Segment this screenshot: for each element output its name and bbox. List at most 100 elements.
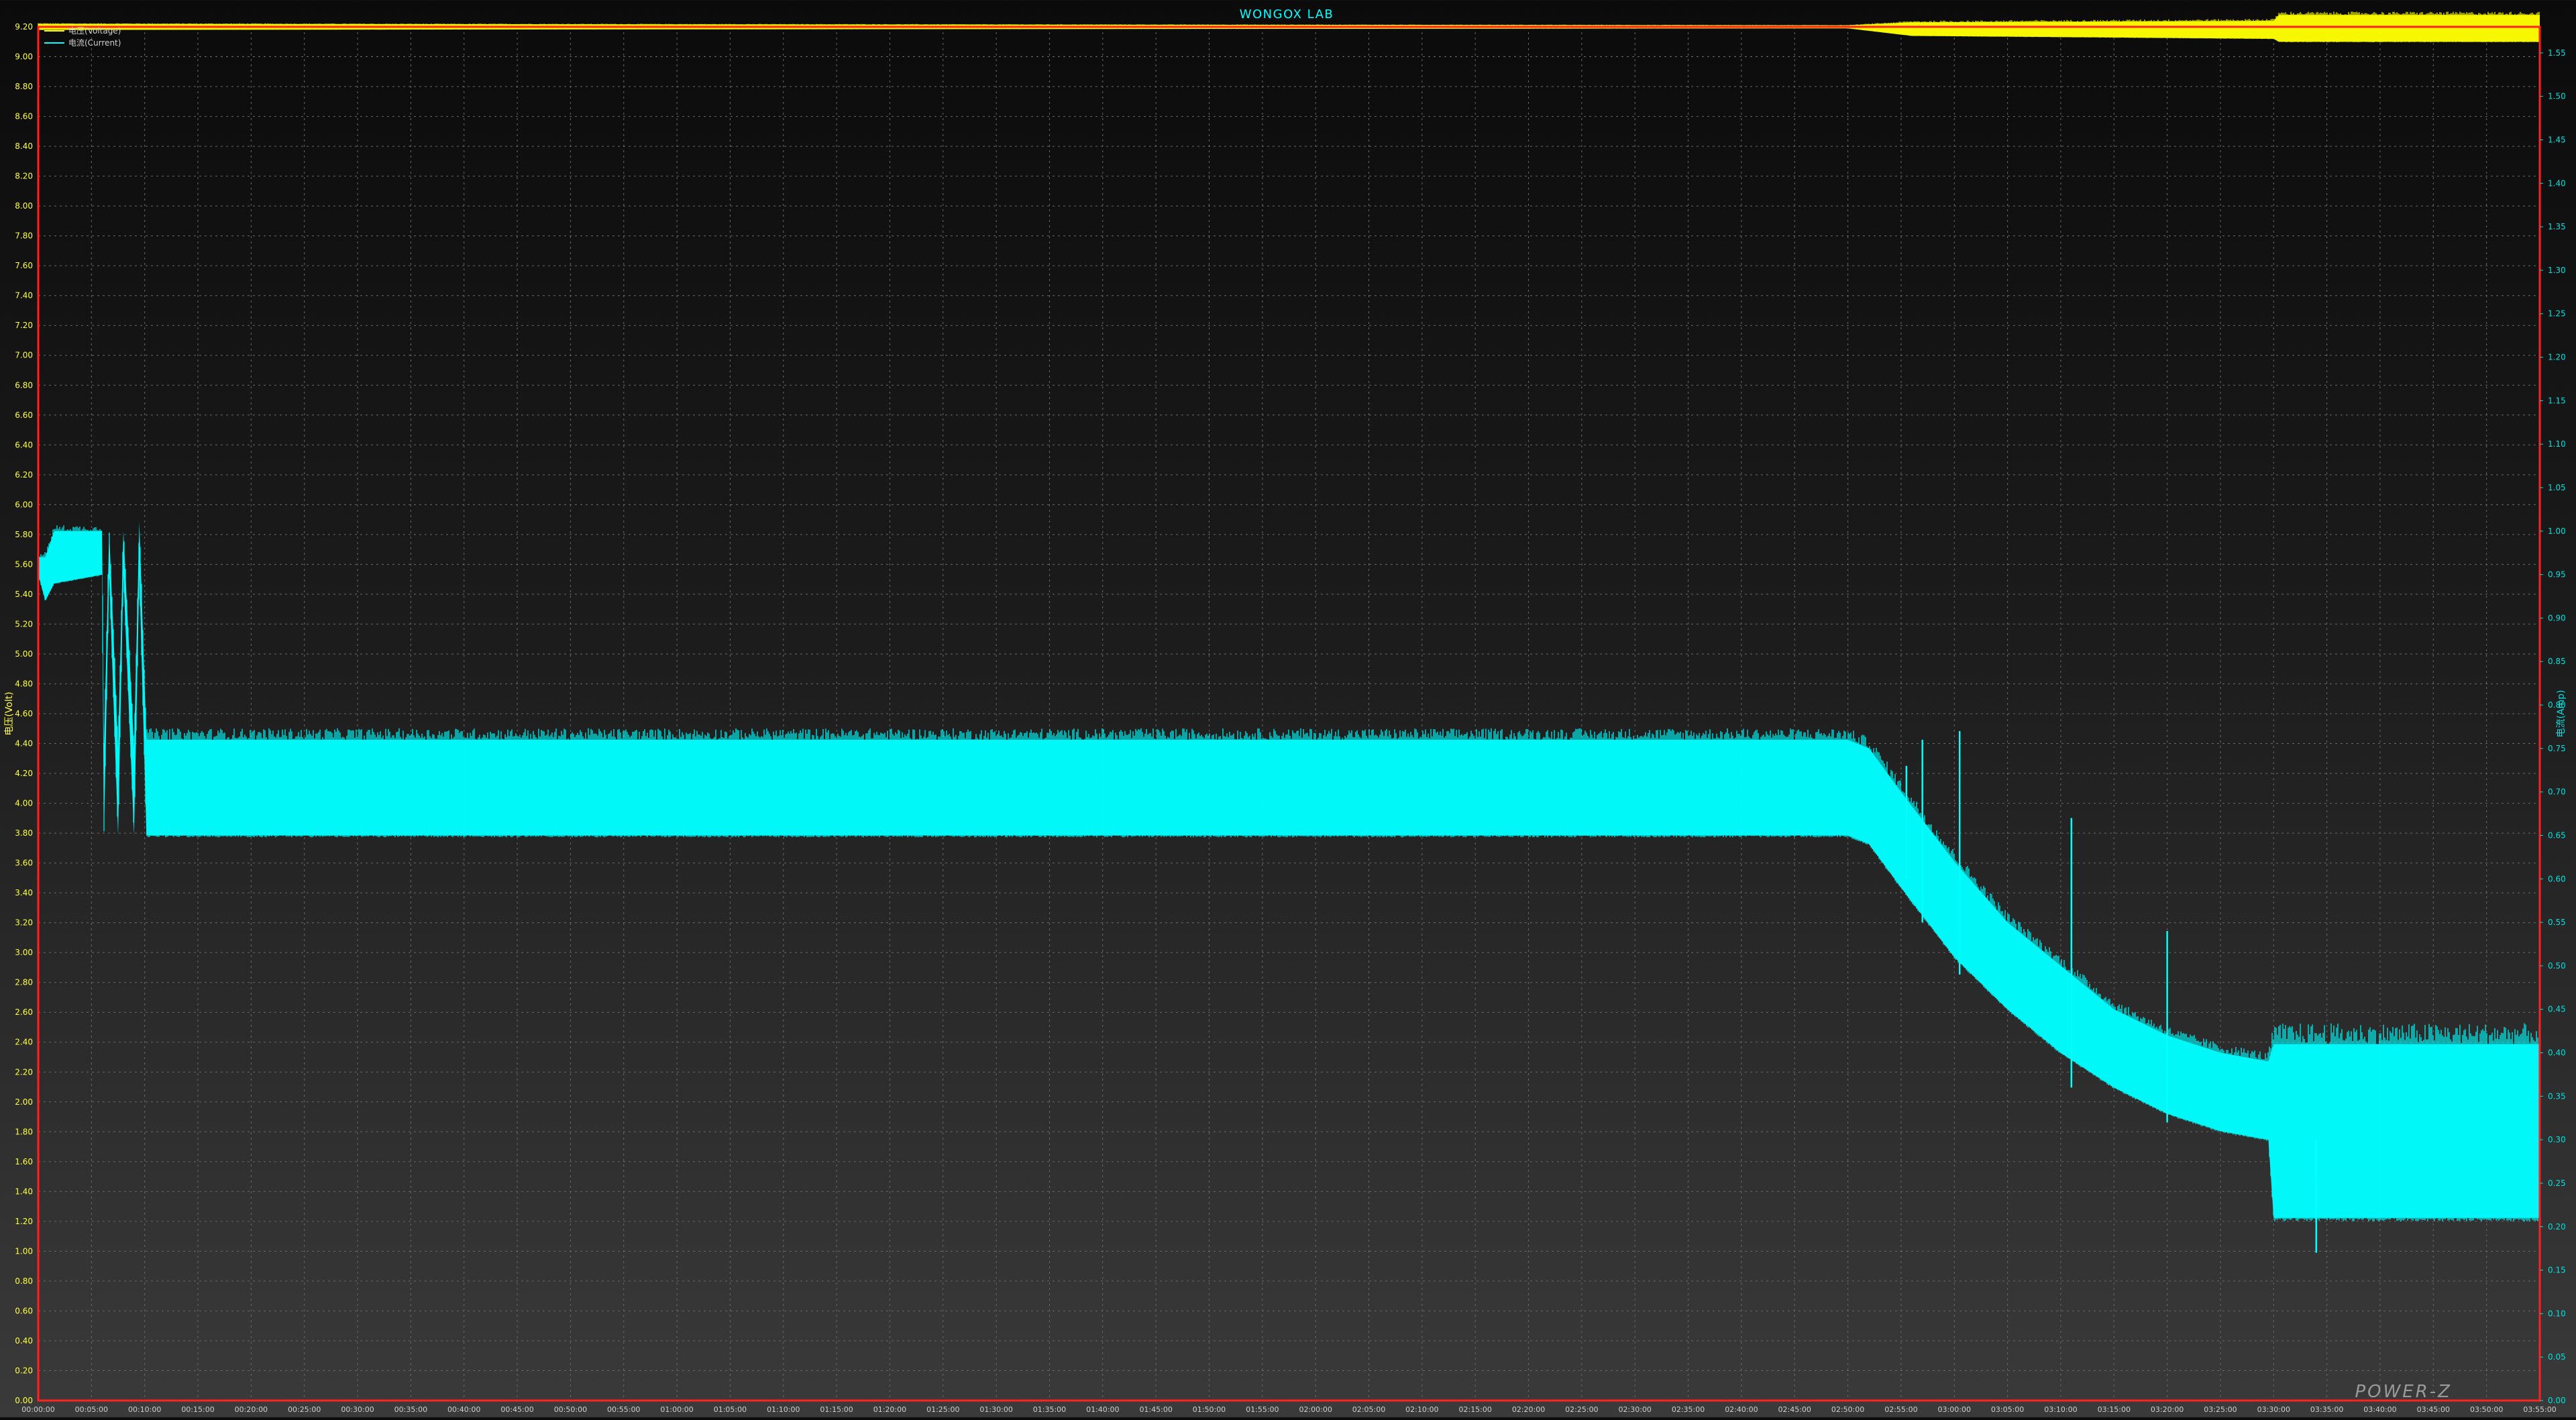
x-tick-label: 02:45:00: [1778, 1405, 1811, 1414]
y-left-tick-label: 3.00: [15, 948, 33, 957]
x-tick-label: 03:40:00: [2363, 1405, 2396, 1414]
x-tick-label: 02:05:00: [1352, 1405, 1385, 1414]
chart: 0.00 0.20 0.40 0.60 0.80 1.00 1.20 1.40 1.60 1.80…: [0, 0, 2576, 1417]
x-tick-label: 01:40:00: [1086, 1405, 1119, 1414]
y-left-tick-label: 7.60: [15, 261, 33, 270]
y-left-tick-label: 5.40: [15, 590, 33, 599]
x-tick-label: 01:20:00: [873, 1405, 906, 1414]
y-left-tick-label: 6.20: [15, 470, 33, 480]
x-tick-label: 00:45:00: [500, 1405, 533, 1414]
y-left-tick-label: 9.20: [15, 22, 33, 32]
x-tick-label: 03:05:00: [1991, 1405, 2024, 1414]
axes-layer: 0.00 0.20 0.40 0.60 0.80 1.00 1.20 1.40 1.60 1.80…: [4, 22, 2567, 1414]
y-right-tick-label: 0.65: [2548, 830, 2566, 840]
x-tick-label: 02:30:00: [1619, 1405, 1652, 1414]
y-right-tick-label: 1.05: [2548, 483, 2566, 492]
current-band: [38, 522, 2540, 1218]
x-tick-label: 02:00:00: [1299, 1405, 1332, 1414]
y-right-tick-label: 0.55: [2548, 918, 2566, 927]
series-layer: [38, 11, 2540, 1253]
y-left-tick-label: 1.00: [15, 1246, 33, 1256]
y-right-tick-label: 0.60: [2548, 874, 2566, 883]
x-tick-label: 03:20:00: [2151, 1405, 2184, 1414]
y-left-tick-label: 8.60: [15, 112, 33, 121]
x-tick-label: 03:30:00: [2257, 1405, 2290, 1414]
chart-title: WONGOX LAB: [1240, 7, 1334, 21]
x-tick-label: 00:30:00: [341, 1405, 374, 1414]
y-left-tick-label: 3.80: [15, 828, 33, 838]
chart-svg: 0.00 0.20 0.40 0.60 0.80 1.00 1.20 1.40 1.60 1.80…: [4, 7, 2567, 1414]
y-left-tick-label: 4.20: [15, 769, 33, 778]
y-right-tick-label: 0.70: [2548, 787, 2566, 797]
x-tick-label: 01:35:00: [1033, 1405, 1066, 1414]
y-right-tick-label: 0.15: [2548, 1266, 2566, 1275]
x-tick-label: 02:40:00: [1725, 1405, 1758, 1414]
x-tick-label: 00:00:00: [21, 1405, 54, 1414]
y-left-tick-label: 0.20: [15, 1366, 33, 1375]
y-left-tick-label: 4.40: [15, 739, 33, 749]
y-right-tick-label: 0.75: [2548, 744, 2566, 753]
y-left-tick-label: 8.80: [15, 82, 33, 91]
y-right-tick-label: 1.55: [2548, 48, 2566, 58]
current-samples: [38, 525, 2540, 1221]
x-tick-label: 01:55:00: [1246, 1405, 1279, 1414]
y-left-tick-label: 8.20: [15, 172, 33, 181]
x-tick-label: 03:35:00: [2310, 1405, 2343, 1414]
x-tick-label: 01:50:00: [1193, 1405, 1226, 1414]
y-left-tick-label: 0.00: [15, 1396, 33, 1405]
y-left-tick-label: 7.20: [15, 321, 33, 330]
y-right-tick-label: 0.05: [2548, 1352, 2566, 1362]
x-tick-label: 01:15:00: [820, 1405, 853, 1414]
watermark: POWER-Z: [2355, 1382, 2452, 1402]
x-tick-label: 00:15:00: [181, 1405, 214, 1414]
x-tick-label: 03:15:00: [2098, 1405, 2131, 1414]
y-left-tick-label: 7.40: [15, 291, 33, 301]
x-tick-label: 03:45:00: [2417, 1405, 2450, 1414]
y-left-tick-label: 7.80: [15, 231, 33, 241]
x-tick-label: 02:35:00: [1672, 1405, 1705, 1414]
current-series: [38, 522, 2540, 1253]
y-left-tick-label: 2.00: [15, 1097, 33, 1107]
x-tick-label: 03:50:00: [2470, 1405, 2503, 1414]
y-left-tick-label: 8.00: [15, 201, 33, 211]
y-left-tick-label: 6.80: [15, 380, 33, 390]
y-left-tick-label: 5.20: [15, 619, 33, 629]
y-left-tick-label: 5.80: [15, 530, 33, 539]
y-right-tick-label: 0.25: [2548, 1179, 2566, 1188]
x-tick-label: 01:00:00: [660, 1405, 693, 1414]
y-left-tick-label: 5.60: [15, 559, 33, 569]
y-right-tick-label: 1.10: [2548, 439, 2566, 449]
y-left-tick-label: 2.80: [15, 978, 33, 987]
x-tick-label: 00:20:00: [235, 1405, 268, 1414]
y-right-tick-label: 0.95: [2548, 570, 2566, 580]
y-right-tick-label: 1.00: [2548, 527, 2566, 536]
y-right-tick-label: 1.25: [2548, 309, 2566, 319]
y-right-tick-label: 0.40: [2548, 1048, 2566, 1058]
y-left-tick-label: 0.80: [15, 1276, 33, 1286]
x-tick-label: 03:25:00: [2204, 1405, 2237, 1414]
y-left-tick-label: 3.60: [15, 859, 33, 868]
x-tick-label: 02:15:00: [1458, 1405, 1491, 1414]
y-left-tick-label: 2.60: [15, 1007, 33, 1017]
y-left-tick-label: 9.00: [15, 52, 33, 62]
x-tick-label: 01:10:00: [767, 1405, 800, 1414]
y-right-tick-label: 0.20: [2548, 1222, 2566, 1232]
y-left-tick-label: 1.20: [15, 1217, 33, 1226]
y-left-tick-label: 4.60: [15, 709, 33, 718]
x-tick-label: 00:40:00: [447, 1405, 480, 1414]
y-left-tick-label: 2.40: [15, 1038, 33, 1047]
y-left-tick-label: 8.40: [15, 142, 33, 151]
y-right-tick-label: 0.10: [2548, 1309, 2566, 1318]
y-right-tick-label: 0.30: [2548, 1135, 2566, 1144]
y-left-tick-label: 7.00: [15, 351, 33, 360]
y-right-tick-label: 1.15: [2548, 396, 2566, 405]
y-right-tick-label: 0.35: [2548, 1091, 2566, 1101]
y-left-tick-label: 3.40: [15, 888, 33, 897]
y-left-tick-label: 3.20: [15, 918, 33, 928]
y-right-tick-label: 0.90: [2548, 613, 2566, 622]
y-right-tick-label: 1.40: [2548, 178, 2566, 188]
x-tick-label: 00:05:00: [75, 1405, 108, 1414]
x-tick-label: 03:55:00: [2523, 1405, 2556, 1414]
y-right-axis-title: 电流(Amp): [2556, 690, 2567, 737]
x-tick-label: 02:25:00: [1565, 1405, 1598, 1414]
